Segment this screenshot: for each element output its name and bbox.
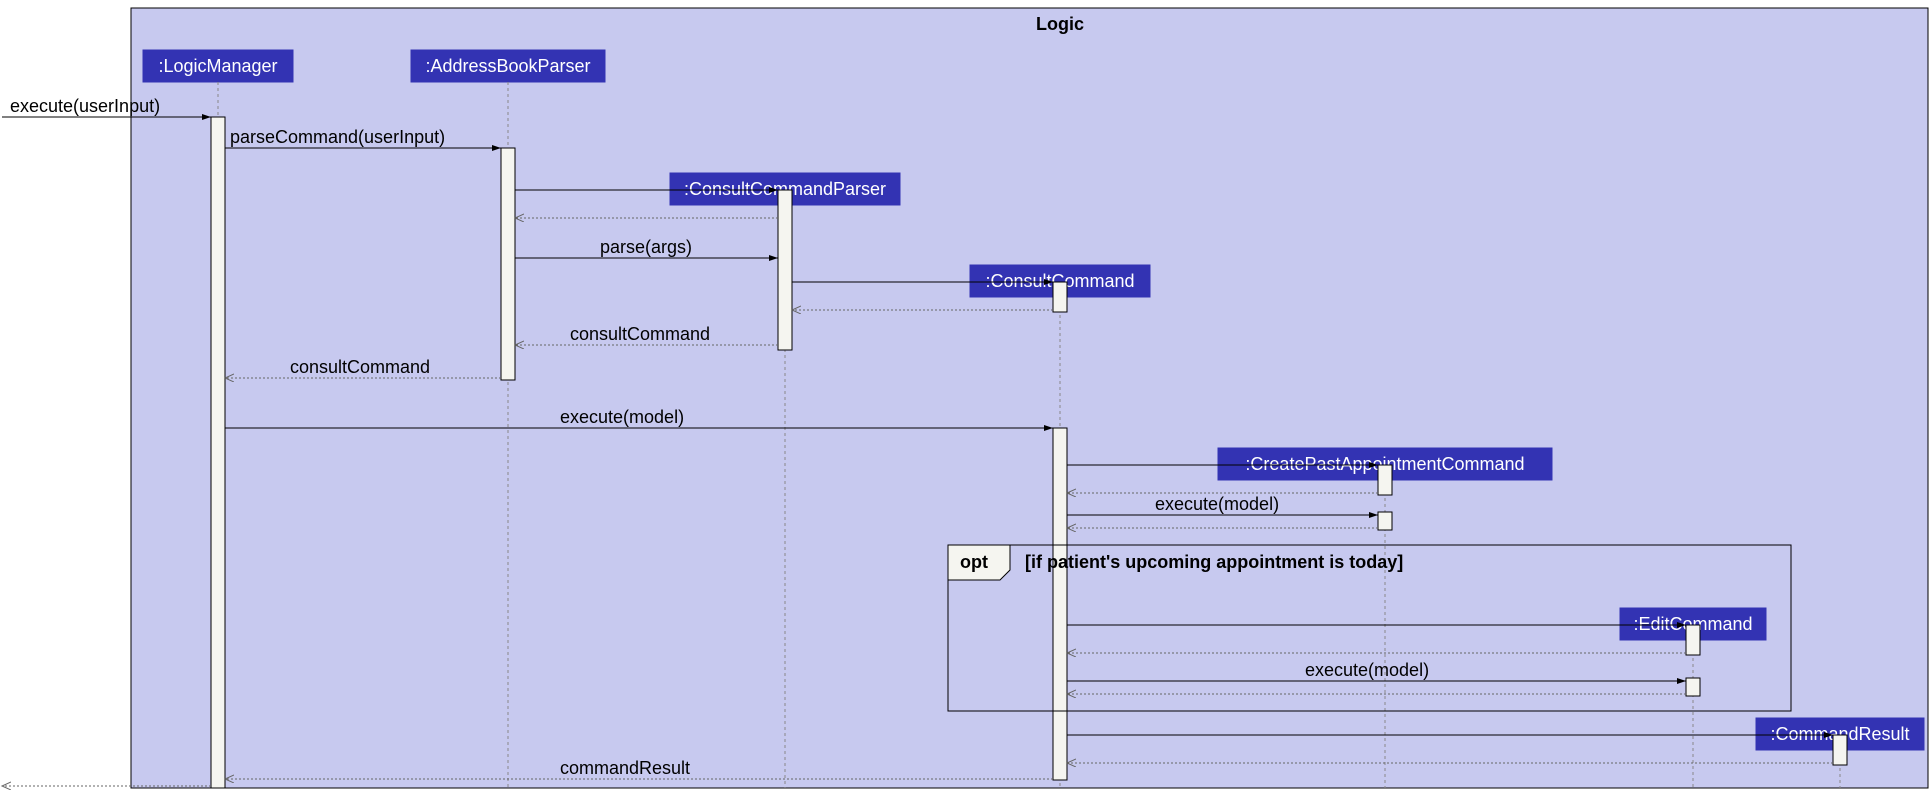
activation-commandresult [1833, 735, 1847, 765]
msg-return-consultcommand1-label: consultCommand [570, 324, 710, 344]
msg-execute-model3-label: execute(model) [1305, 660, 1429, 680]
lifeline-logicmanager-label: :LogicManager [158, 56, 277, 76]
opt-guard: [if patient's upcoming appointment is to… [1025, 552, 1403, 572]
activation-createpastappointment-1 [1378, 465, 1392, 495]
msg-execute-userinput-label: execute(userInput) [10, 96, 160, 116]
msg-parse-label: parse(args) [600, 237, 692, 257]
activation-consultcommandparser [778, 190, 792, 350]
frame-title: Logic [1036, 14, 1084, 34]
activation-consultcommand-1 [1053, 282, 1067, 312]
msg-return-commandresult-label: commandResult [560, 758, 690, 778]
activation-createpastappointment-2 [1378, 512, 1392, 530]
lifeline-addressbookparser-label: :AddressBookParser [425, 56, 590, 76]
msg-parsecommand-label: parseCommand(userInput) [230, 127, 445, 147]
logic-frame [131, 8, 1928, 788]
msg-return-consultcommand2-label: consultCommand [290, 357, 430, 377]
activation-logicmanager [211, 117, 225, 788]
activation-addressbookparser [501, 148, 515, 380]
activation-editcommand-2 [1686, 678, 1700, 696]
msg-execute-model1-label: execute(model) [560, 407, 684, 427]
activation-editcommand-1 [1686, 625, 1700, 655]
msg-execute-model2-label: execute(model) [1155, 494, 1279, 514]
opt-label: opt [960, 552, 988, 572]
activation-consultcommand-2 [1053, 428, 1067, 780]
